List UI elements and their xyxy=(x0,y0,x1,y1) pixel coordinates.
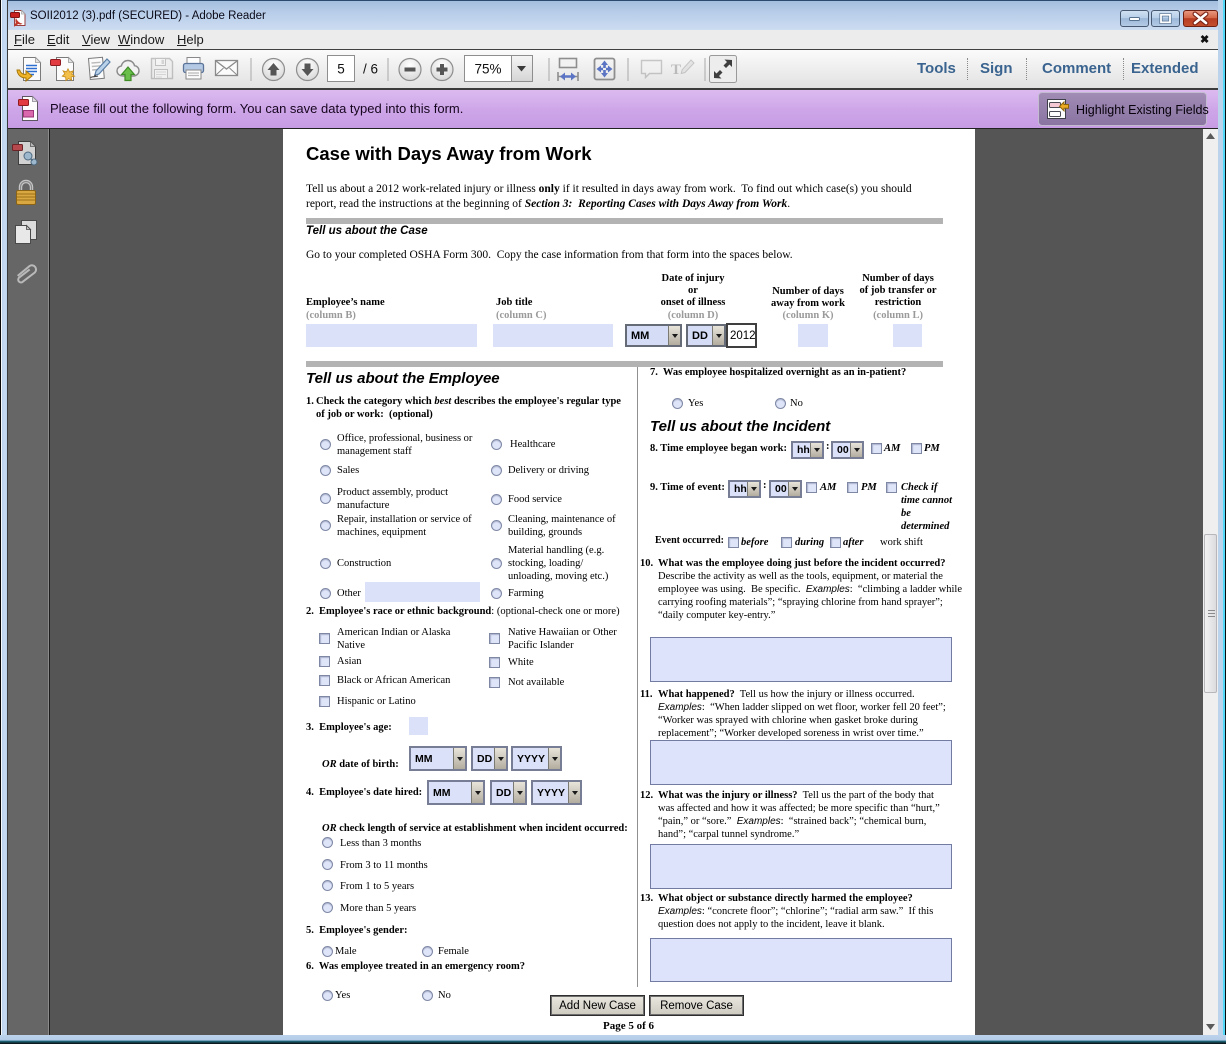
svg-text:/ 6: / 6 xyxy=(363,62,378,77)
svg-text:5: 5 xyxy=(337,62,345,77)
svg-text:T: T xyxy=(671,62,681,78)
svg-text:75%: 75% xyxy=(474,62,501,77)
